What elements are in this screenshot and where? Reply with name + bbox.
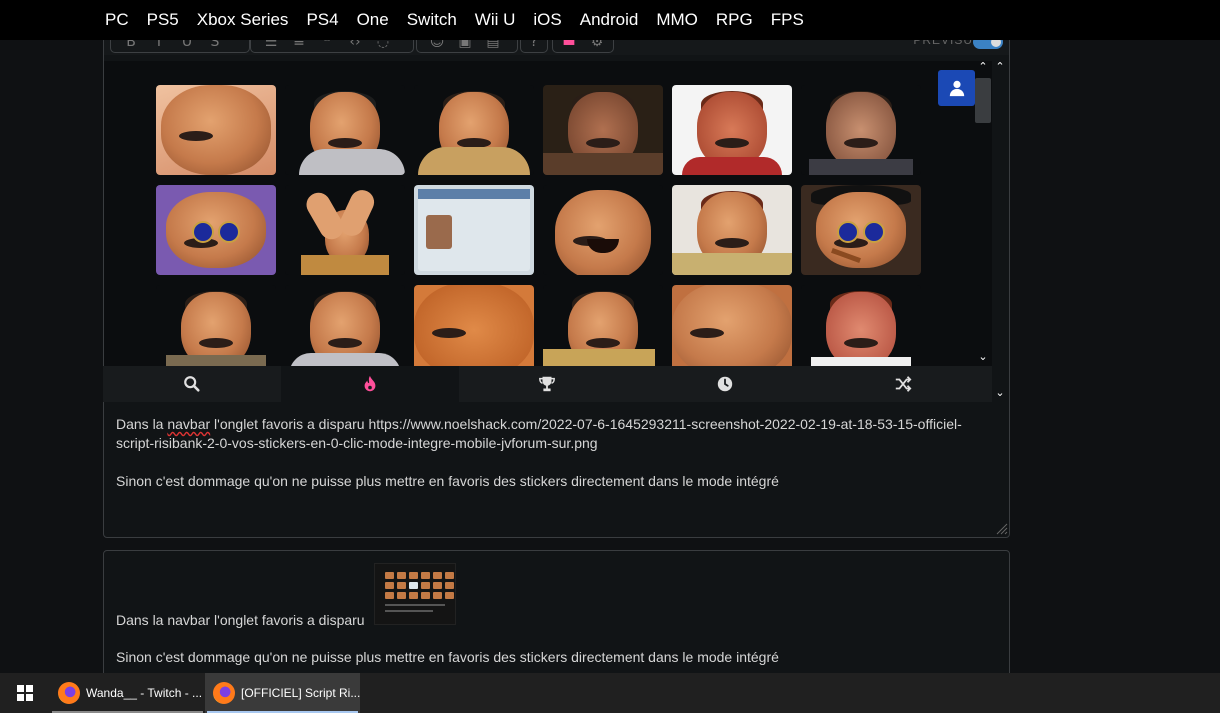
- clock-icon: [718, 376, 733, 392]
- sticker-closeup-orange[interactable]: [414, 285, 534, 367]
- scroll-up-icon[interactable]: ⌃: [976, 60, 990, 73]
- sticker-smile-dark[interactable]: [801, 85, 921, 175]
- message-preview: Dans la navbar l'onglet favoris a dispar…: [103, 550, 1010, 690]
- sticker-bent-laugh[interactable]: [543, 285, 663, 367]
- message-textarea[interactable]: Dans la navbar l'onglet favoris a dispar…: [116, 415, 996, 510]
- preview-line-2: Sinon c'est dommage qu'on ne puisse plus…: [116, 649, 779, 665]
- trophy-icon: [539, 376, 556, 392]
- sticker-closeup-smile[interactable]: [672, 285, 792, 367]
- user-icon: [949, 80, 964, 97]
- taskbar-item-label: Wanda__ - Twitch - ...: [86, 686, 203, 700]
- nav-item-xbox-series[interactable]: Xbox Series: [197, 10, 289, 30]
- sticker-glasses-cigar[interactable]: [801, 185, 921, 275]
- nav-item-rpg[interactable]: RPG: [716, 10, 753, 30]
- search-icon: [184, 376, 200, 392]
- text-segment-url: l'onglet favoris a disparu https://www.n…: [116, 416, 962, 451]
- start-button[interactable]: [0, 673, 50, 713]
- nav-item-pc[interactable]: PC: [105, 10, 129, 30]
- firefox-icon: [58, 682, 80, 704]
- outer-scroll-down-icon[interactable]: ⌄: [993, 386, 1007, 399]
- nav-item-ios[interactable]: iOS: [533, 10, 561, 30]
- sticker-grid: [156, 85, 921, 367]
- scroll-down-icon[interactable]: ⌄: [976, 350, 990, 363]
- sticker-laughing-suit[interactable]: [414, 85, 534, 175]
- tab-top[interactable]: [459, 366, 637, 402]
- taskbar-item-twitch[interactable]: Wanda__ - Twitch - ...: [50, 673, 205, 713]
- text-paragraph-2: Sinon c'est dommage qu'on ne puisse plus…: [116, 473, 779, 489]
- sticker-smirk-red[interactable]: [672, 85, 792, 175]
- sticker-hands-face[interactable]: [801, 285, 921, 367]
- sticker-clapping[interactable]: [285, 185, 405, 275]
- tab-random[interactable]: [814, 366, 992, 402]
- nav-item-ps5[interactable]: PS5: [147, 10, 179, 30]
- shuffle-icon: [895, 376, 912, 392]
- sticker-category-bar: [103, 366, 992, 402]
- nav-item-mmo[interactable]: MMO: [656, 10, 698, 30]
- text-segment: Dans la: [116, 416, 168, 432]
- sticker-scrollbar-thumb[interactable]: [975, 78, 991, 123]
- nav-item-fps[interactable]: FPS: [771, 10, 804, 30]
- taskbar-item-script[interactable]: [OFFICIEL] Script Ri...: [205, 673, 360, 713]
- preview-line-1: Dans la navbar l'onglet favoris a dispar…: [116, 612, 365, 628]
- taskbar-item-label: [OFFICIEL] Script Ri...: [241, 686, 360, 700]
- misspelled-word: navbar: [167, 416, 211, 432]
- sticker-facepalm-laugh[interactable]: [543, 85, 663, 175]
- sticker-laughing-grey-2[interactable]: [285, 285, 405, 367]
- os-taskbar: Wanda__ - Twitch - ... [OFFICIEL] Script…: [0, 673, 1220, 713]
- user-stickers-button[interactable]: [938, 70, 975, 106]
- tab-recent[interactable]: [636, 366, 814, 402]
- sticker-picker: [104, 61, 992, 367]
- platform-nav: PC PS5 Xbox Series PS4 One Switch Wii U …: [0, 0, 1220, 40]
- screenshot-thumbnail[interactable]: [374, 563, 456, 625]
- resize-grip-icon[interactable]: [994, 521, 1008, 535]
- nav-item-one[interactable]: One: [357, 10, 389, 30]
- sticker-thinking[interactable]: [672, 185, 792, 275]
- sticker-id-card[interactable]: [414, 185, 534, 275]
- nav-item-switch[interactable]: Switch: [407, 10, 457, 30]
- tab-popular[interactable]: [280, 366, 459, 402]
- sticker-laughing-grey[interactable]: [285, 85, 405, 175]
- sticker-closeup-face[interactable]: [156, 85, 276, 175]
- nav-item-ps4[interactable]: PS4: [306, 10, 338, 30]
- sticker-big-laugh[interactable]: [543, 185, 663, 275]
- windows-icon: [17, 685, 33, 701]
- nav-item-wii-u[interactable]: Wii U: [475, 10, 516, 30]
- tab-search[interactable]: [103, 366, 281, 402]
- outer-scroll-up-icon[interactable]: ⌃: [993, 60, 1007, 73]
- fire-icon: [364, 375, 376, 392]
- firefox-icon: [213, 682, 235, 704]
- nav-item-android[interactable]: Android: [580, 10, 639, 30]
- sticker-blue-glasses[interactable]: [156, 185, 276, 275]
- sticker-pointing[interactable]: [156, 285, 276, 367]
